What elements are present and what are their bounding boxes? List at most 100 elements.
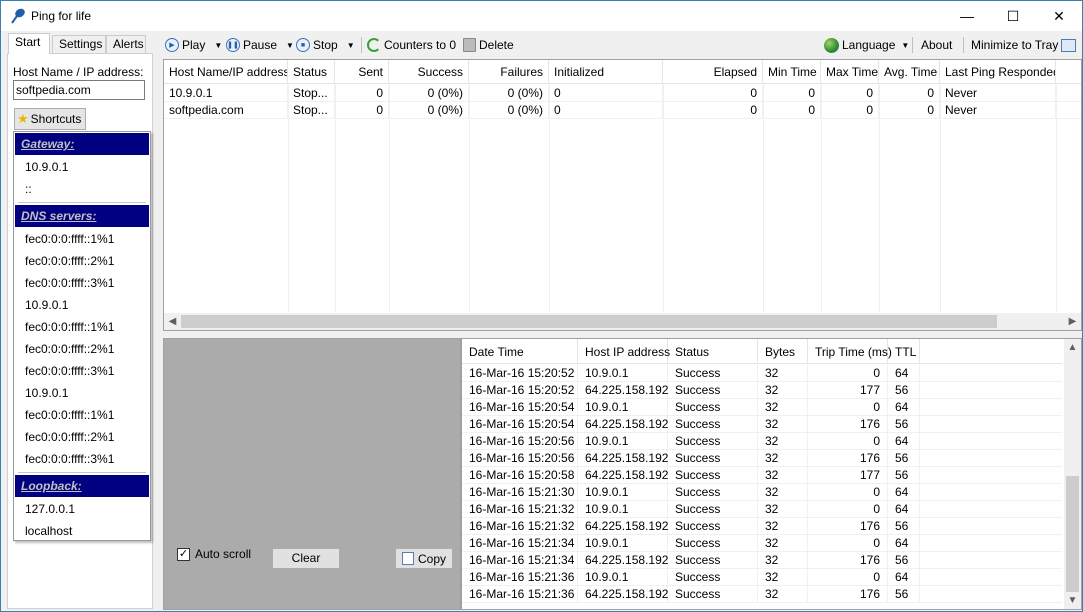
table-row[interactable]: 16-Mar-16 15:20:54 10.9.0.1 Success 32 0 64 (462, 399, 1062, 416)
menu-item[interactable]: 127.0.0.1 (14, 498, 150, 520)
cell-ttl: 56 (888, 552, 920, 568)
language-button[interactable]: Language ▼ (824, 36, 909, 54)
pause-button[interactable]: ❚❚ Pause ▼ (226, 36, 294, 54)
tab-settings[interactable]: Settings (52, 35, 106, 54)
cell-bytes: 32 (758, 552, 808, 568)
scroll-right-icon[interactable]: ▶ (1064, 313, 1081, 330)
counters-reset-button[interactable]: Counters to 0 (367, 36, 456, 54)
column-header[interactable]: Last Ping Responded (940, 60, 1056, 83)
cell-status: Success (668, 433, 758, 449)
column-header[interactable]: Min Time (763, 60, 821, 83)
minimize-button[interactable]: — (944, 1, 990, 31)
horizontal-scrollbar[interactable]: ◀ ▶ (164, 313, 1081, 330)
menu-item[interactable]: 10.9.0.1 (14, 382, 150, 404)
column-header[interactable]: Status (288, 60, 335, 83)
cell-bytes: 32 (758, 382, 808, 398)
menu-item[interactable]: fec0:0:0:ffff::1%1 (14, 228, 150, 250)
scroll-down-icon[interactable]: ▼ (1064, 592, 1081, 609)
table-row[interactable]: 16-Mar-16 15:21:36 10.9.0.1 Success 32 0 64 (462, 569, 1062, 586)
table-row[interactable]: 16-Mar-16 15:21:32 64.225.158.192 Success 3… (462, 518, 1062, 535)
table-row[interactable]: 16-Mar-16 15:20:52 10.9.0.1 Success 32 0 64 (462, 365, 1062, 382)
scroll-up-icon[interactable]: ▲ (1064, 339, 1081, 356)
menu-item[interactable]: fec0:0:0:ffff::3%1 (14, 448, 150, 470)
cell-initialized: 0 (549, 85, 663, 101)
chevron-down-icon[interactable]: ▼ (214, 41, 222, 50)
copy-button[interactable]: Copy (395, 548, 453, 569)
table-row[interactable]: 16-Mar-16 15:21:34 64.225.158.192 Success 3… (462, 552, 1062, 569)
column-header[interactable]: Initialized (549, 60, 663, 83)
clear-button[interactable]: Clear (272, 548, 340, 569)
maximize-button[interactable]: ☐ (990, 1, 1036, 31)
column-header[interactable]: Failures (469, 60, 549, 83)
column-header[interactable]: Date Time (462, 339, 578, 363)
column-header[interactable]: Sent (335, 60, 389, 83)
host-input[interactable] (13, 80, 145, 100)
stop-button[interactable]: ■ Stop ▼ (296, 36, 355, 54)
play-button[interactable]: ▶ Play ▼ (165, 36, 222, 54)
scrollbar-thumb[interactable] (181, 315, 997, 328)
column-header[interactable]: Success (389, 60, 469, 83)
cell-status: Success (668, 365, 758, 381)
tab-start[interactable]: Start (8, 33, 50, 54)
menu-item[interactable]: 10.9.0.1 (14, 294, 150, 316)
menu-item[interactable]: fec0:0:0:ffff::3%1 (14, 272, 150, 294)
table-row[interactable]: 10.9.0.1 Stop... 0 0 (0%) 0 (0%) 0 0 0 0… (164, 85, 1081, 102)
shortcuts-menu: Gateway: 10.9.0.1 :: DNS servers: fec0:0… (13, 131, 151, 541)
column-header[interactable]: TTL (888, 339, 920, 363)
column-header[interactable]: Avg. Time (879, 60, 940, 83)
menu-item[interactable]: :: (14, 178, 150, 200)
table-row[interactable]: 16-Mar-16 15:20:56 10.9.0.1 Success 32 0 64 (462, 433, 1062, 450)
menu-item[interactable]: fec0:0:0:ffff::2%1 (14, 250, 150, 272)
table-row[interactable]: 16-Mar-16 15:21:34 10.9.0.1 Success 32 0 64 (462, 535, 1062, 552)
delete-button[interactable]: Delete (463, 36, 514, 54)
cell-status: Success (668, 450, 758, 466)
column-header[interactable]: Elapsed (663, 60, 763, 83)
table-row[interactable]: softpedia.com Stop... 0 0 (0%) 0 (0%) 0 … (164, 102, 1081, 119)
menu-item[interactable]: fec0:0:0:ffff::3%1 (14, 360, 150, 382)
hosts-table[interactable]: Host Name/IP address Status Sent Success… (163, 59, 1082, 331)
menu-item[interactable]: fec0:0:0:ffff::2%1 (14, 338, 150, 360)
tab-alerts[interactable]: Alerts (106, 35, 146, 54)
table-row[interactable]: 16-Mar-16 15:21:32 10.9.0.1 Success 32 0 64 (462, 501, 1062, 518)
column-header[interactable]: Max Time (821, 60, 879, 83)
table-row[interactable]: 16-Mar-16 15:20:58 64.225.158.192 Success 3… (462, 467, 1062, 484)
cell-status: Success (668, 535, 758, 551)
column-header[interactable]: Host IP address (578, 339, 670, 363)
menu-item[interactable]: fec0:0:0:ffff::1%1 (14, 404, 150, 426)
table-row[interactable]: 16-Mar-16 15:21:36 64.225.158.192 Success 3… (462, 586, 1062, 603)
column-header[interactable]: Host Name/IP address (164, 60, 288, 83)
column-header[interactable]: Status (668, 339, 758, 363)
scrollbar-thumb[interactable] (1066, 476, 1079, 592)
cell-host-ip: 10.9.0.1 (578, 399, 668, 415)
cell-bytes: 32 (758, 569, 808, 585)
table-row[interactable]: 16-Mar-16 15:20:54 64.225.158.192 Success 3… (462, 416, 1062, 433)
chevron-down-icon[interactable]: ▼ (286, 41, 294, 50)
chevron-down-icon[interactable]: ▼ (347, 41, 355, 50)
minimize-tray-label: Minimize to Tray (971, 38, 1059, 52)
checkbox-checked-icon[interactable]: ✓ (177, 547, 190, 561)
chevron-down-icon[interactable]: ▼ (901, 41, 909, 50)
table-row[interactable]: 16-Mar-16 15:20:56 64.225.158.192 Success 3… (462, 450, 1062, 467)
cell-min-time: 0 (763, 102, 821, 118)
column-header[interactable]: Bytes (758, 339, 808, 363)
minimize-to-tray-button[interactable]: Minimize to Tray (971, 36, 1077, 54)
scroll-left-icon[interactable]: ◀ (164, 313, 181, 330)
menu-item[interactable]: fec0:0:0:ffff::2%1 (14, 426, 150, 448)
cell-date-time: 16-Mar-16 15:20:54 (462, 399, 578, 415)
menu-item[interactable]: fec0:0:0:ffff::1%1 (14, 316, 150, 338)
star-icon: ★ (17, 111, 29, 126)
menu-item[interactable]: 10.9.0.1 (14, 156, 150, 178)
close-button[interactable]: ✕ (1036, 1, 1082, 31)
auto-scroll-checkbox[interactable]: ✓ Auto scroll (177, 547, 251, 561)
shortcuts-button[interactable]: ★ Shortcuts (14, 108, 86, 130)
column-header[interactable]: Trip Time (ms) (808, 339, 892, 363)
vertical-scrollbar[interactable]: ▲ ▼ (1064, 339, 1081, 609)
table-row[interactable]: 16-Mar-16 15:20:52 64.225.158.192 Success 3… (462, 382, 1062, 399)
shortcuts-label: Shortcuts (30, 112, 82, 126)
table-row[interactable]: 16-Mar-16 15:21:30 10.9.0.1 Success 32 0 64 (462, 484, 1062, 501)
ping-log-table[interactable]: Date Time Host IP address Status Bytes T… (461, 338, 1082, 610)
menu-separator (18, 472, 146, 473)
cell-last-ping: Never (940, 102, 1056, 118)
menu-item[interactable]: localhost (14, 520, 150, 540)
about-button[interactable]: About (921, 36, 952, 54)
